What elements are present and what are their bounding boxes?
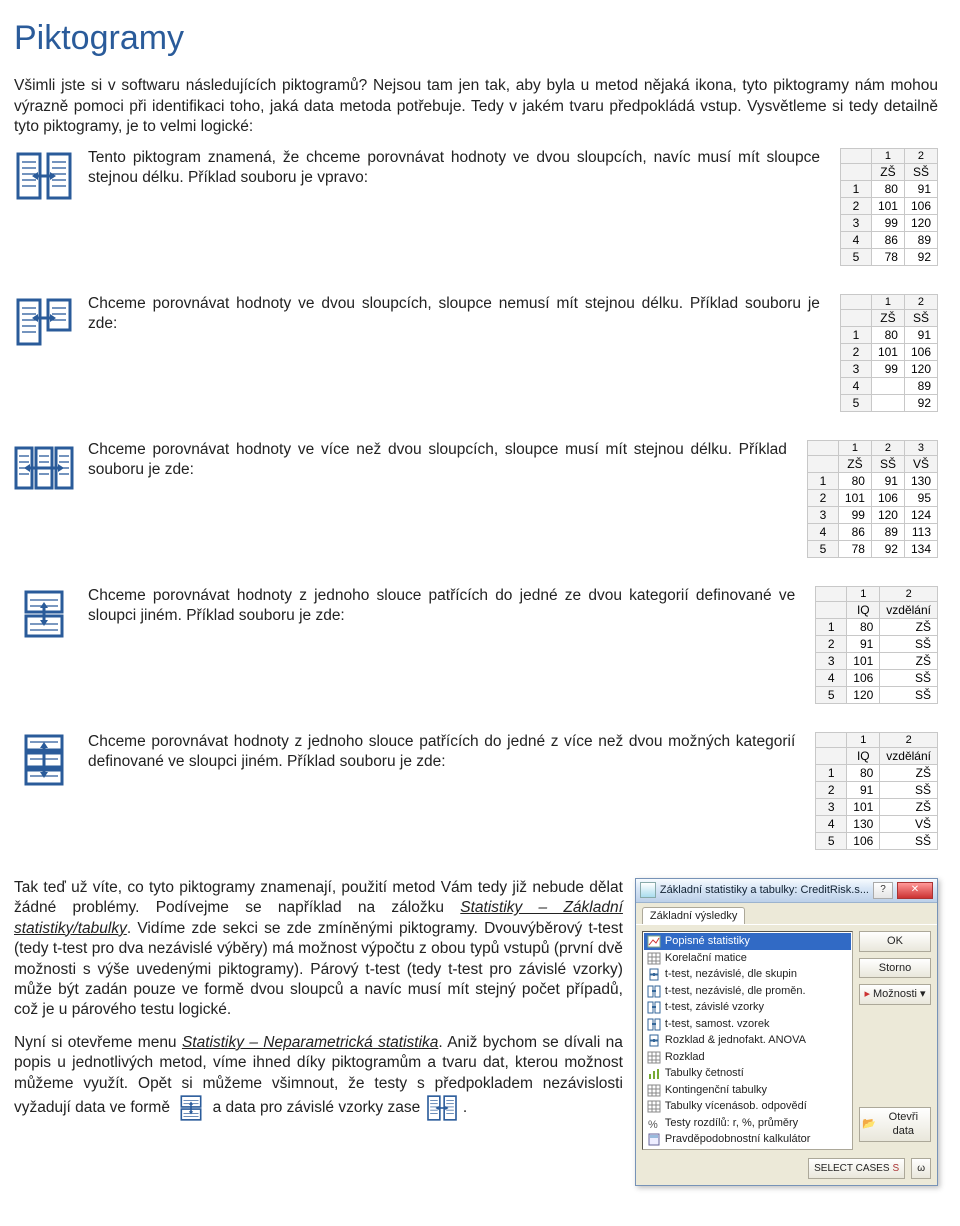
list-item[interactable]: Tabulky četností bbox=[644, 1065, 851, 1082]
pictogram-description: Chceme porovnávat hodnoty ve více než dv… bbox=[88, 440, 793, 481]
inline-pictogram-two-cols-equal-icon bbox=[425, 1094, 459, 1122]
example-table: 123 ZŠSŠVŠ 18091130 210110695 399120124 … bbox=[807, 440, 938, 558]
list-item[interactable]: Testy rozdílů: r, %, průměry bbox=[644, 1115, 851, 1132]
page-title: Piktogramy bbox=[14, 16, 938, 61]
list-item[interactable]: Korelační matice bbox=[644, 950, 851, 967]
example-table: 12 IQvzdělání 180ZŠ 291SŠ 3101ZŠ 4106SŠ … bbox=[815, 586, 938, 704]
example-table: 12 ZŠSŠ 18091 2101106 399120 48689 57892 bbox=[840, 148, 938, 266]
list-item[interactable]: Rozklad & jednofakt. ANOVA bbox=[644, 1032, 851, 1049]
list-item[interactable]: Kontingenční tabulky bbox=[644, 1082, 851, 1099]
inline-pictogram-one-col-two-groups-icon bbox=[174, 1094, 208, 1122]
menu-path-nonparametric: Statistiky – Neparametrická statistika bbox=[182, 1034, 438, 1051]
pictogram-one-col-multi-groups-icon bbox=[14, 734, 74, 786]
pictogram-description: Chceme porovnávat hodnoty z jednoho slou… bbox=[88, 586, 801, 627]
list-item[interactable]: t-test, nezávislé, dle skupin bbox=[644, 966, 851, 983]
list-item[interactable]: t-test, nezávislé, dle proměn. bbox=[644, 983, 851, 1000]
pictogram-description: Chceme porovnávat hodnoty z jednoho slou… bbox=[88, 732, 801, 773]
list-item[interactable]: Pravděpodobnostní kalkulátor bbox=[644, 1131, 851, 1148]
pictogram-row: Chceme porovnávat hodnoty z jednoho slou… bbox=[14, 586, 938, 704]
list-item[interactable]: Tabulky vícenásob. odpovědí bbox=[644, 1098, 851, 1115]
dialog-title: Základní statistiky a tabulky: CreditRis… bbox=[660, 883, 869, 898]
pictogram-two-cols-equal-icon bbox=[14, 150, 74, 202]
pictogram-one-col-two-groups-icon bbox=[14, 588, 74, 640]
weight-button[interactable]: ω bbox=[911, 1158, 931, 1179]
tab-basic-results[interactable]: Základní výsledky bbox=[642, 907, 745, 925]
list-item[interactable]: t-test, samost. vzorek bbox=[644, 1016, 851, 1033]
ok-button[interactable]: OK bbox=[859, 931, 931, 952]
pictogram-two-cols-unequal-icon bbox=[14, 296, 74, 348]
methods-listbox[interactable]: Popisné statistiky Korelační matice t-te… bbox=[642, 931, 853, 1150]
window-app-icon bbox=[640, 882, 656, 898]
pictogram-description: Chceme porovnávat hodnoty ve dvou sloupc… bbox=[88, 294, 826, 335]
options-button[interactable]: ▸Možnosti▾ bbox=[859, 984, 931, 1005]
open-data-button[interactable]: 📂Otevři data bbox=[859, 1107, 931, 1142]
example-table: 12 ZŠSŠ 18091 2101106 399120 489 592 bbox=[840, 294, 938, 412]
close-button[interactable]: ✕ bbox=[897, 882, 933, 899]
intro-paragraph: Všimli jste si v softwaru následujících … bbox=[14, 76, 938, 137]
pictogram-row: Chceme porovnávat hodnoty z jednoho slou… bbox=[14, 732, 938, 850]
pictogram-row: Tento piktogram znamená, že chceme porov… bbox=[14, 148, 938, 266]
pictogram-row: Chceme porovnávat hodnoty ve dvou sloupc… bbox=[14, 294, 938, 412]
list-item[interactable]: Rozklad bbox=[644, 1049, 851, 1066]
pictogram-row: Chceme porovnávat hodnoty ve více než dv… bbox=[14, 440, 938, 558]
example-table: 12 IQvzdělání 180ZŠ 291SŠ 3101ZŠ 4130VŠ … bbox=[815, 732, 938, 850]
pictogram-description: Tento piktogram znamená, že chceme porov… bbox=[88, 148, 826, 189]
closing-text: Tak teď už víte, co tyto piktogramy znam… bbox=[14, 878, 623, 1135]
list-item[interactable]: Popisné statistiky bbox=[644, 933, 851, 950]
help-button[interactable]: ? bbox=[873, 882, 893, 899]
pictogram-three-cols-equal-icon bbox=[14, 442, 74, 494]
basic-stats-dialog: Základní statistiky a tabulky: CreditRis… bbox=[635, 878, 938, 1186]
select-cases-button[interactable]: SELECT CASESS bbox=[808, 1158, 905, 1179]
cancel-button[interactable]: Storno bbox=[859, 958, 931, 979]
list-item[interactable]: t-test, závislé vzorky bbox=[644, 999, 851, 1016]
